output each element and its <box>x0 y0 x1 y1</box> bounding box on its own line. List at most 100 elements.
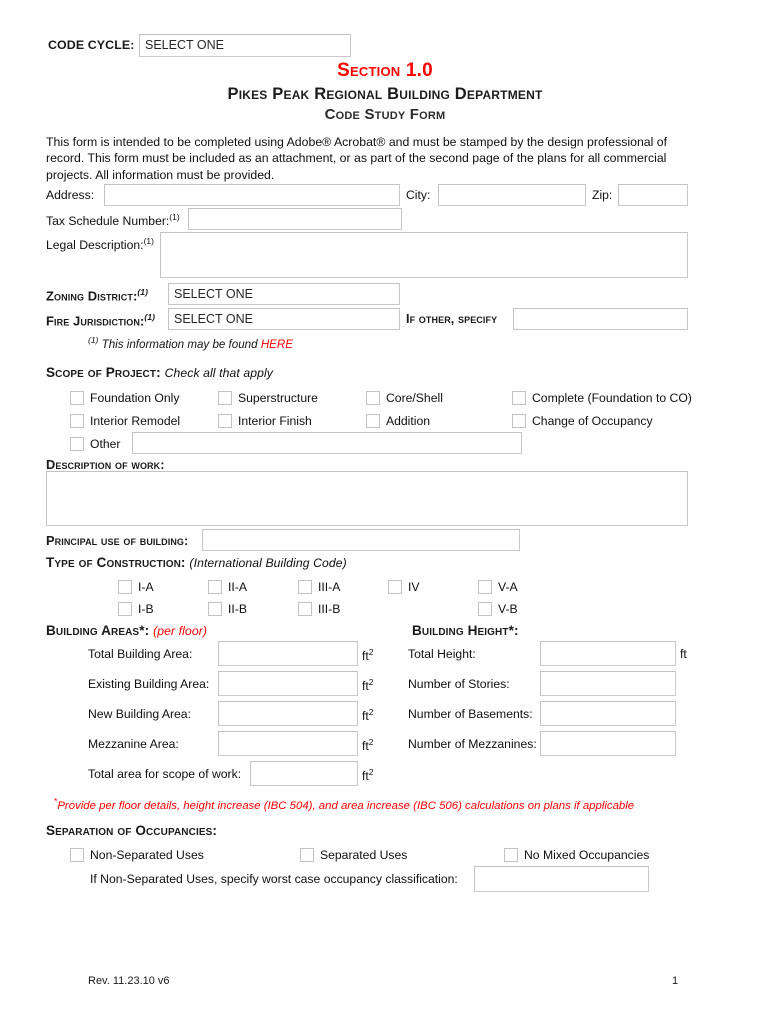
scope-other-input[interactable] <box>132 432 522 454</box>
scope-option-label: Interior Remodel <box>90 413 181 428</box>
here-link[interactable]: HERE <box>261 338 293 351</box>
scope-option-core-shell[interactable]: Core/Shell <box>366 390 443 405</box>
city-input[interactable] <box>438 184 586 206</box>
checkbox-icon[interactable] <box>70 413 84 428</box>
scope-option-foundation-only[interactable]: Foundation Only <box>70 390 179 405</box>
address-label: Address: <box>46 188 95 202</box>
existing-building-area-input[interactable] <box>218 671 358 696</box>
checkbox-icon[interactable] <box>118 579 132 594</box>
new-building-area-label: New Building Area: <box>88 707 191 721</box>
number-of-stories-label: Number of Stories: <box>408 677 510 691</box>
scope-option-superstructure[interactable]: Superstructure <box>218 390 318 405</box>
mezzanine-area-input[interactable] <box>218 731 358 756</box>
scope-option-addition[interactable]: Addition <box>366 413 430 428</box>
code-cycle-select[interactable]: SELECT ONE <box>139 34 351 57</box>
checkbox-icon[interactable] <box>300 847 314 862</box>
checkbox-icon[interactable] <box>512 390 526 405</box>
scope-heading-note: Check all that apply <box>164 366 273 380</box>
construction-type-label: IV <box>408 579 420 594</box>
jurisdiction-footnote-text: This information may be found <box>101 337 258 351</box>
footer-page-number: 1 <box>672 975 679 987</box>
number-of-stories-input[interactable] <box>540 671 676 696</box>
checkbox-icon[interactable] <box>70 436 84 451</box>
scope-option-label: Foundation Only <box>90 390 180 405</box>
checkbox-icon[interactable] <box>70 390 84 405</box>
checkbox-icon[interactable] <box>504 847 518 862</box>
checkbox-icon[interactable] <box>366 390 380 405</box>
checkbox-icon[interactable] <box>208 601 222 616</box>
fire-footnote-marker: (1) <box>144 312 156 322</box>
checkbox-icon[interactable] <box>208 579 222 594</box>
checkbox-icon[interactable] <box>298 601 312 616</box>
construction-heading-text: Type of Construction: <box>46 555 186 570</box>
description-of-work-input[interactable] <box>46 471 688 526</box>
construction-type-iii-a[interactable]: III-A <box>298 579 340 594</box>
tax-schedule-label: Tax Schedule Number:(1) <box>46 212 180 228</box>
construction-type-label: III-A <box>318 579 341 594</box>
checkbox-icon[interactable] <box>478 601 492 616</box>
checkbox-icon[interactable] <box>388 579 402 594</box>
building-height-heading: Building Height*: <box>412 623 519 638</box>
total-building-area-input[interactable] <box>218 641 358 666</box>
scope-of-project-heading: Scope of Project: Check all that apply <box>46 365 273 380</box>
separation-option-separated[interactable]: Separated Uses <box>300 847 407 862</box>
construction-type-v-b[interactable]: V-B <box>478 601 518 616</box>
construction-type-label: II-A <box>228 579 247 594</box>
description-of-work-heading: Description of work: <box>46 457 165 472</box>
page-title-form: Code Study Form <box>324 106 446 123</box>
total-scope-area-input[interactable] <box>250 761 358 786</box>
separation-option-no-mixed[interactable]: No Mixed Occupancies <box>504 847 649 862</box>
worst-case-occupancy-input[interactable] <box>474 866 649 892</box>
construction-type-i-a[interactable]: I-A <box>118 579 154 594</box>
tax-schedule-input[interactable] <box>188 208 402 230</box>
unit-text: ft <box>362 739 369 754</box>
legal-description-input[interactable] <box>160 232 688 278</box>
footer-revision: Rev. 11.23.10 v6 <box>88 975 170 987</box>
construction-type-label: I-B <box>138 601 154 616</box>
checkbox-icon[interactable] <box>478 579 492 594</box>
construction-type-ii-a[interactable]: II-A <box>208 579 247 594</box>
construction-type-iii-b[interactable]: III-B <box>298 601 340 616</box>
scope-option-interior-remodel[interactable]: Interior Remodel <box>70 413 180 428</box>
scope-option-interior-finish[interactable]: Interior Finish <box>218 413 312 428</box>
unit-exponent: 2 <box>368 767 374 777</box>
construction-type-i-b[interactable]: I-B <box>118 601 154 616</box>
total-height-input[interactable] <box>540 641 676 666</box>
construction-heading-note: (International Building Code) <box>189 556 347 570</box>
scope-option-change-of-occupancy[interactable]: Change of Occupancy <box>512 413 653 428</box>
checkbox-icon[interactable] <box>298 579 312 594</box>
scope-option-label: Core/Shell <box>386 390 443 405</box>
number-of-basements-input[interactable] <box>540 701 676 726</box>
checkbox-icon[interactable] <box>118 601 132 616</box>
unit-exponent: 2 <box>368 647 374 657</box>
zoning-district-select[interactable]: SELECT ONE <box>168 283 400 305</box>
construction-type-ii-b[interactable]: II-B <box>208 601 247 616</box>
unit-text: ft <box>362 769 369 784</box>
construction-type-label: II-B <box>228 601 247 616</box>
scope-option-other[interactable]: Other <box>70 436 120 451</box>
worst-case-occupancy-label: If Non-Separated Uses, specify worst cas… <box>90 872 458 886</box>
new-building-area-input[interactable] <box>218 701 358 726</box>
principal-use-input[interactable] <box>202 529 520 551</box>
checkbox-icon[interactable] <box>218 413 232 428</box>
separation-of-occupancies-heading: Separation of Occupancies: <box>46 823 217 838</box>
separation-option-non-separated[interactable]: Non-Separated Uses <box>70 847 204 862</box>
construction-type-label: V-A <box>498 579 518 594</box>
checkbox-icon[interactable] <box>366 413 380 428</box>
zoning-district-label-text: Zoning District: <box>46 288 138 304</box>
checkbox-icon[interactable] <box>70 847 84 862</box>
existing-building-area-label: Existing Building Area: <box>88 677 210 691</box>
fire-jurisdiction-select[interactable]: SELECT ONE <box>168 308 400 330</box>
construction-type-iv[interactable]: IV <box>388 579 420 594</box>
zoning-footnote-marker: (1) <box>137 287 149 297</box>
number-of-mezzanines-input[interactable] <box>540 731 676 756</box>
zip-input[interactable] <box>618 184 688 206</box>
construction-type-v-a[interactable]: V-A <box>478 579 518 594</box>
total-scope-area-label: Total area for scope of work: <box>88 767 242 781</box>
checkbox-icon[interactable] <box>218 390 232 405</box>
if-other-specify-input[interactable] <box>513 308 688 330</box>
principal-use-label: Principal use of building: <box>46 533 189 548</box>
address-input[interactable] <box>104 184 400 206</box>
scope-option-complete[interactable]: Complete (Foundation to CO) <box>512 390 692 405</box>
checkbox-icon[interactable] <box>512 413 526 428</box>
